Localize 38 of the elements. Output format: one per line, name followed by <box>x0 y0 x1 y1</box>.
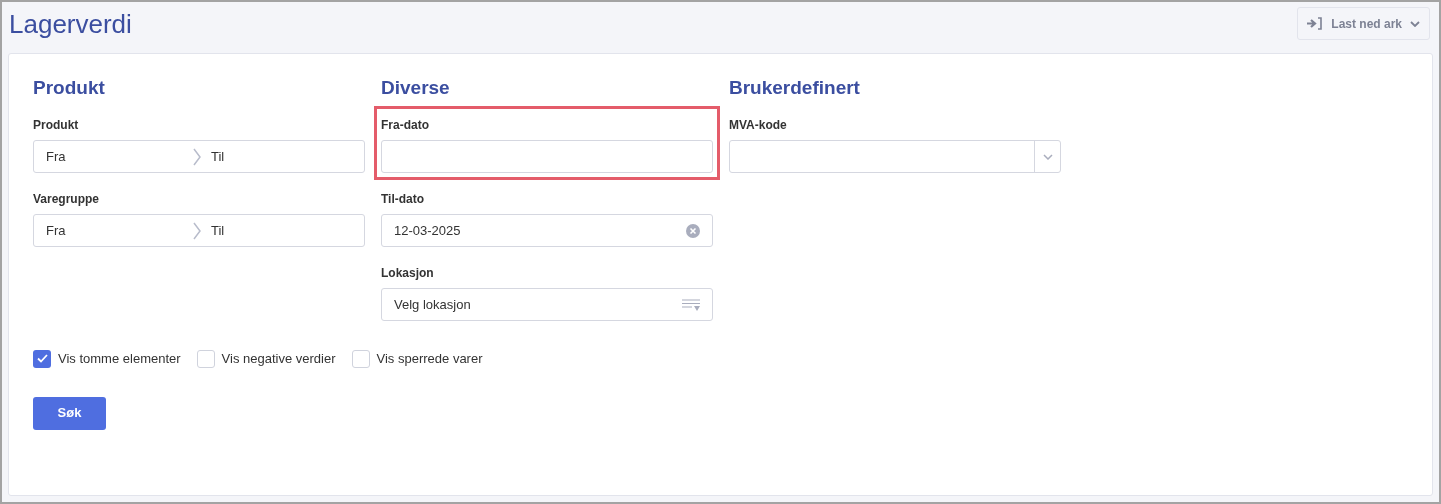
location-picker[interactable]: Velg lokasjon <box>381 288 713 321</box>
field-label: Produkt <box>33 117 80 134</box>
date-field[interactable]: 12-03-2025 <box>381 214 713 247</box>
from-label: Fra <box>46 147 67 166</box>
to-label: Til <box>211 221 225 240</box>
section-heading: Produkt <box>33 76 106 100</box>
chevron-right-icon <box>193 147 201 166</box>
chevron-down-icon <box>1042 153 1053 160</box>
download-button[interactable]: Last ned ark <box>1297 7 1430 40</box>
field-label: Til-dato <box>381 191 426 208</box>
location-field[interactable]: Velg lokasjon <box>394 294 682 315</box>
chevron-right-icon <box>193 221 201 240</box>
range-field[interactable]: Fra Til <box>33 214 365 247</box>
checkbox[interactable] <box>351 349 370 368</box>
clear-icon[interactable] <box>686 223 700 238</box>
range-field[interactable]: Fra Til <box>33 140 365 173</box>
checkbox[interactable] <box>33 349 51 368</box>
section-heading: Brukerdefinert <box>729 76 861 100</box>
to-label: Til <box>211 147 225 166</box>
page-title: Lagerverdi <box>9 8 132 41</box>
from-label: Fra <box>46 221 67 240</box>
check-icon <box>36 354 48 364</box>
checkbox-label: Vis sperrede varer <box>376 350 483 368</box>
search-button[interactable]: Søk <box>33 396 106 430</box>
date-field[interactable] <box>381 140 713 173</box>
checkbox-label: Vis tomme elementer <box>58 350 181 368</box>
checkbox-label: Vis negative verdier <box>221 350 336 368</box>
checkbox[interactable] <box>196 349 215 368</box>
field-label: Varegruppe <box>33 191 101 208</box>
date-value: 12-03-2025 <box>394 221 461 240</box>
list-filter-icon <box>682 298 700 311</box>
chevron-down-icon <box>1410 20 1420 27</box>
export-icon <box>1307 17 1324 30</box>
field-label: MVA-kode <box>729 117 788 134</box>
section-heading: Diverse <box>381 76 451 100</box>
field-label: Lokasjon <box>381 265 435 282</box>
field-label: Fra-dato <box>381 117 430 134</box>
select-field[interactable] <box>729 140 1061 173</box>
